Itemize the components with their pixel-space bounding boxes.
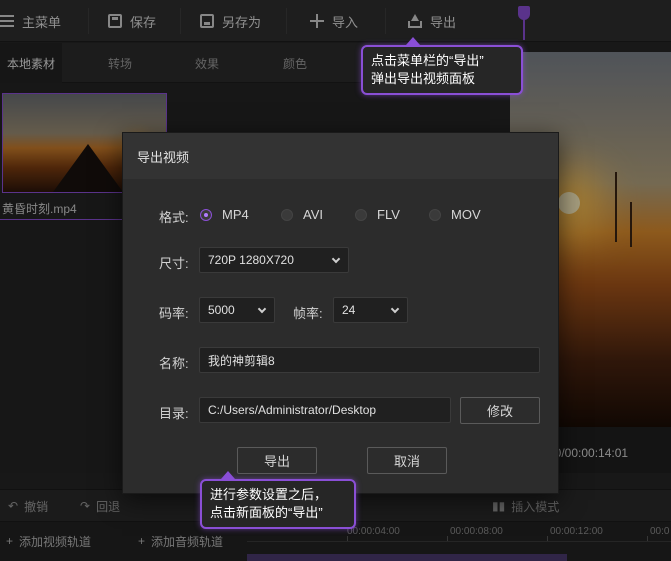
format-radio-avi[interactable]: AVI <box>281 207 323 222</box>
format-radio-mov[interactable]: MOV <box>429 207 481 222</box>
format-option-label: FLV <box>377 207 400 222</box>
bitrate-value: 5000 <box>208 303 235 317</box>
bitrate-label: 码率: <box>159 306 189 321</box>
modify-directory-button[interactable]: 修改 <box>460 397 540 424</box>
chevron-down-icon <box>390 304 400 314</box>
callout-text: 弹出导出视频面板 <box>371 71 476 86</box>
radio-selected-icon <box>200 208 212 221</box>
callout-text: 点击菜单栏的“导出” <box>371 53 484 68</box>
format-label: 格式: <box>159 210 189 225</box>
format-option-label: MP4 <box>222 207 249 222</box>
chevron-down-icon <box>331 254 341 264</box>
export-menu-callout: 点击菜单栏的“导出” 弹出导出视频面板 <box>361 45 523 95</box>
radio-icon <box>355 208 367 221</box>
callout-arrow <box>221 471 235 479</box>
export-button[interactable]: 导出 <box>237 447 317 474</box>
bitrate-select[interactable]: 5000 <box>199 297 275 323</box>
callout-text: 进行参数设置之后， <box>210 487 328 502</box>
format-radio-mp4[interactable]: MP4 <box>200 207 249 222</box>
framerate-label: 帧率: <box>293 306 323 321</box>
name-label: 名称: <box>159 356 189 371</box>
callout-arrow <box>406 37 420 45</box>
format-option-label: MOV <box>451 207 481 222</box>
file-name-input[interactable] <box>199 347 540 373</box>
export-button-callout: 进行参数设置之后， 点击新面板的“导出” <box>200 479 356 529</box>
cancel-button[interactable]: 取消 <box>367 447 447 474</box>
radio-icon <box>281 208 293 221</box>
framerate-select[interactable]: 24 <box>333 297 408 323</box>
export-dialog-title: 导出视频 <box>123 133 558 179</box>
radio-icon <box>429 208 441 221</box>
export-dialog: 导出视频 格式: MP4 AVI FLV MOV 尺寸: 720P 1280X7… <box>122 132 559 494</box>
framerate-value: 24 <box>342 303 356 317</box>
format-radio-flv[interactable]: FLV <box>355 207 400 222</box>
directory-label: 目录: <box>159 406 189 421</box>
size-value: 720P 1280X720 <box>208 253 294 267</box>
chevron-down-icon <box>257 304 267 314</box>
directory-input[interactable] <box>199 397 451 423</box>
format-option-label: AVI <box>303 207 323 222</box>
size-label: 尺寸: <box>159 256 189 271</box>
size-select[interactable]: 720P 1280X720 <box>199 247 349 273</box>
callout-text: 点击新面板的“导出” <box>210 505 323 520</box>
